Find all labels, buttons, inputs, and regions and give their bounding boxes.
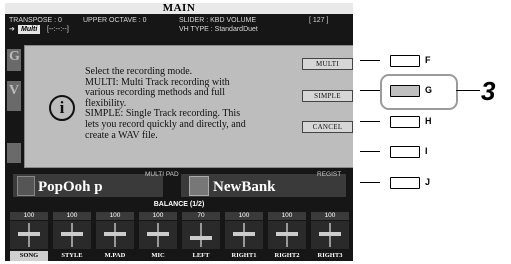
channel-tab-right1[interactable]: RIGHT1	[225, 251, 263, 261]
song-time: [--:--:--]	[47, 26, 69, 33]
connector-line	[360, 151, 380, 152]
volume-value: 100	[139, 212, 177, 220]
dialog-message: Select the recording mode. MULTI: Multi …	[85, 66, 293, 141]
channel-tab-song[interactable]: SONG	[10, 251, 48, 261]
multi-button[interactable]: MULTI	[302, 58, 353, 70]
volume-value: 100	[53, 212, 91, 220]
cancel-button[interactable]: CANCEL	[302, 121, 353, 133]
vh-type-status: VH TYPE : StandardDuet	[179, 26, 258, 33]
lcd-screen: MAIN TRANSPOSE : 0 UPPER OCTAVE : 0 SLID…	[5, 3, 353, 261]
info-icon: i	[49, 95, 75, 121]
message-line: lets you record quickly and directly, an…	[85, 118, 246, 130]
background-glyph: V	[9, 83, 20, 98]
channel-tab-right3[interactable]: RIGHT3	[311, 251, 349, 261]
fader-mpad[interactable]	[96, 221, 134, 249]
channel-tab-mpad[interactable]: M.PAD	[96, 251, 134, 261]
multipad-icon	[17, 176, 35, 196]
recording-mode-dialog: i Select the recording mode. MULTI: Mult…	[24, 45, 353, 168]
multipad-label: MULTI PAD	[145, 171, 179, 178]
screen-title: MAIN	[5, 3, 353, 14]
panel-button-h[interactable]	[390, 116, 420, 128]
panel-button-label: F	[425, 55, 431, 65]
slider-value: [ 127 ]	[309, 17, 329, 24]
fader-right1[interactable]	[225, 221, 263, 249]
volume-value: 100	[96, 212, 134, 220]
status-row-2: ➜ Multi [--:--:--] VH TYPE : StandardDue…	[9, 25, 349, 34]
panel-button-i[interactable]	[390, 146, 420, 158]
status-row: TRANSPOSE : 0 UPPER OCTAVE : 0 SLIDER : …	[9, 16, 349, 25]
background-glyph: G	[9, 49, 20, 64]
volume-value: 100	[311, 212, 349, 220]
record-mode-tag: Multi	[18, 25, 41, 34]
transpose-status: TRANSPOSE : 0	[9, 17, 62, 24]
volume-row: 100 100 100 100 70 100 100 100	[5, 212, 353, 220]
arrow-icon: ➜	[9, 26, 15, 33]
connector-line	[360, 121, 380, 122]
simple-button[interactable]: SIMPLE	[302, 90, 353, 102]
volume-value: 70	[182, 212, 220, 220]
slider-status: SLIDER : KBD VOLUME	[179, 17, 257, 24]
connector-line	[360, 182, 380, 183]
connector-line	[360, 60, 380, 61]
message-line: create a WAV file.	[85, 129, 158, 141]
step-callout-number: 3	[481, 76, 496, 106]
channel-tab-right2[interactable]: RIGHT2	[268, 251, 306, 261]
panel-button-j[interactable]	[390, 177, 420, 189]
registration-icon	[189, 176, 209, 196]
fader-right3[interactable]	[311, 221, 349, 249]
volume-value: 100	[225, 212, 263, 220]
panel-button-label: H	[425, 116, 432, 126]
message-line: Select the recording mode.	[85, 66, 193, 77]
connector-line	[360, 90, 380, 91]
fader-song[interactable]	[10, 221, 48, 249]
channel-tab-style[interactable]: STYLE	[53, 251, 91, 261]
regist-label: REGIST	[317, 171, 342, 178]
channel-tab-left[interactable]: LEFT	[182, 251, 220, 261]
fader-left[interactable]	[182, 221, 220, 249]
volume-value: 100	[10, 212, 48, 220]
channel-tab-mic[interactable]: MIC	[139, 251, 177, 261]
panel-button-f[interactable]	[390, 55, 420, 67]
upper-octave-status: UPPER OCTAVE : 0	[83, 17, 147, 24]
volume-value: 100	[268, 212, 306, 220]
panel-button-label: I	[425, 146, 428, 156]
regist-bank-name: NewBank	[213, 179, 276, 195]
background-panel	[7, 143, 21, 163]
fader-right2[interactable]	[268, 221, 306, 249]
balance-title: BALANCE (1/2)	[153, 201, 205, 208]
callout-line	[456, 90, 480, 91]
multipad-bank-name: PopOoh p	[38, 179, 103, 195]
panel-button-label: J	[425, 177, 431, 187]
fader-style[interactable]	[53, 221, 91, 249]
highlight-box	[380, 74, 458, 110]
fader-mic[interactable]	[139, 221, 177, 249]
